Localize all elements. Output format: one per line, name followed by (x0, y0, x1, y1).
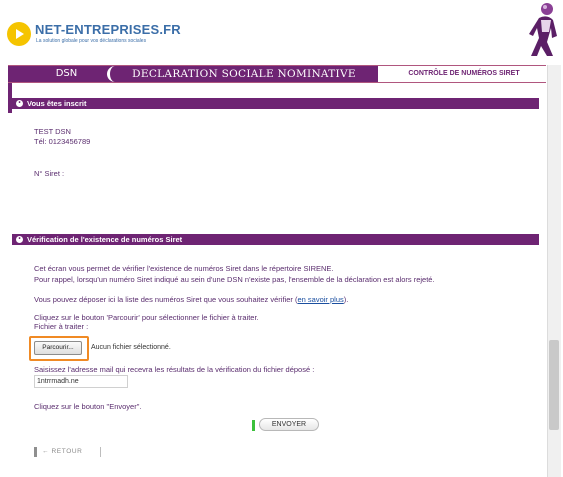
nav-declaration[interactable]: DECLARATION SOCIALE NOMINATIVE (107, 66, 378, 82)
nav-bar: DSN DECLARATION SOCIALE NOMINATIVE CONTR… (8, 65, 546, 83)
send-button[interactable]: ENVOYER (259, 418, 319, 431)
back-divider (100, 447, 101, 457)
deposit-text-end: ). (343, 295, 349, 304)
play-icon (16, 29, 24, 39)
intro-line-2: Pour rappel, lorsqu'un numéro Siret indi… (34, 275, 435, 284)
brand-tagline: La solution globale pour vos déclaration… (36, 38, 147, 44)
section-verification-title: Vérification de l'existence de numéros S… (27, 235, 183, 244)
nav-siret-control[interactable]: CONTRÔLE DE NUMÉROS SIRET (382, 66, 546, 82)
file-label: Fichier à traiter : (34, 322, 89, 331)
siret-label: N° Siret : (34, 169, 65, 178)
back-button[interactable]: ← RETOUR (42, 445, 100, 458)
browse-button[interactable]: Parcourir... (34, 341, 82, 355)
email-instruction: Saisissez l'adresse mail qui recevra les… (34, 365, 315, 374)
learn-more-link[interactable]: en savoir plus (297, 295, 343, 304)
user-phone: Tél: 0123456789 (34, 137, 91, 146)
section-registered-header[interactable]: • Vous êtes inscrit (12, 98, 539, 109)
no-file-text: Aucun fichier sélectionné. (91, 344, 171, 351)
deposit-text-start: Vous pouvez déposer ici la liste des num… (34, 295, 298, 304)
collapse-icon[interactable]: • (16, 235, 23, 243)
brand-name[interactable]: NET-ENTREPRISES.FR (35, 22, 181, 37)
deposit-text: Vous pouvez déposer ici la liste des num… (34, 295, 348, 304)
user-name: TEST DSN (34, 127, 71, 136)
send-instruction: Cliquez sur le bouton "Envoyer". (34, 402, 142, 411)
header: NET-ENTREPRISES.FR La solution globale p… (0, 0, 563, 58)
back-indicator (34, 447, 37, 457)
mascot-icon (529, 3, 557, 56)
section-verification-header[interactable]: • Vérification de l'existence de numéros … (12, 234, 539, 245)
collapse-icon[interactable]: • (16, 99, 23, 107)
scrollbar-thumb[interactable] (549, 340, 559, 430)
intro-line-1: Cet écran vous permet de vérifier l'exis… (34, 264, 334, 273)
nav-dsn[interactable]: DSN (8, 66, 115, 82)
send-indicator (252, 420, 255, 431)
section-registered-title: Vous êtes inscrit (27, 99, 87, 108)
browse-instruction: Cliquez sur le bouton 'Parcourir' pour s… (34, 313, 259, 322)
email-field[interactable]: 1ntrrmadh.ne (34, 375, 128, 388)
